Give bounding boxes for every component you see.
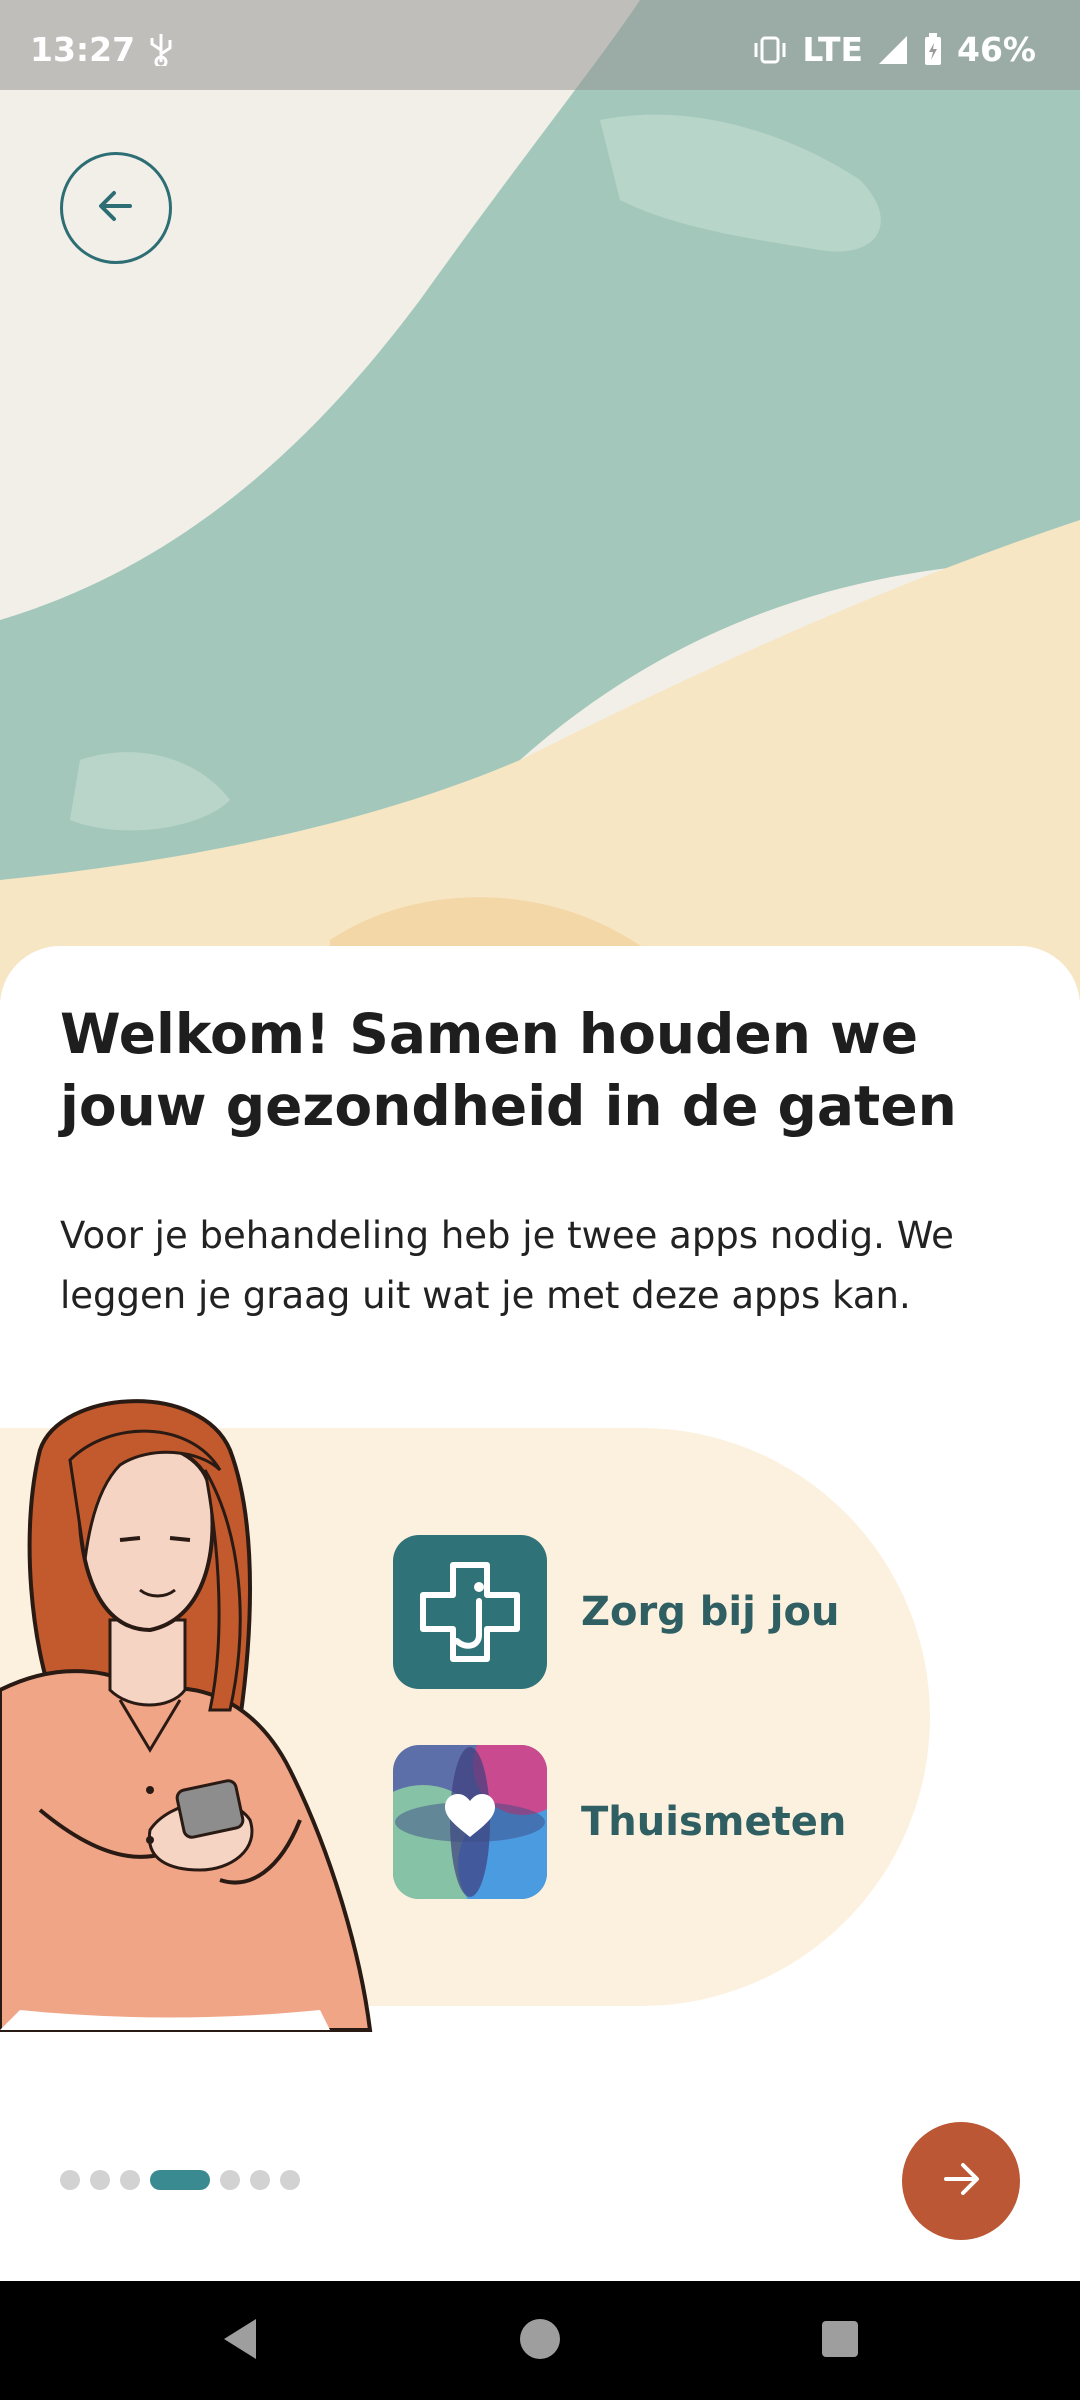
- battery-percent: 46%: [957, 30, 1036, 69]
- vibrate-icon: [752, 35, 788, 65]
- status-bar: 13:27 LTE 46%: [0, 0, 1080, 90]
- page-dot: [120, 2170, 140, 2190]
- app-label-zorg-bij-jou: Zorg bij jou: [581, 1589, 840, 1635]
- page-dot: [90, 2170, 110, 2190]
- app-row-zorg-bij-jou: Zorg bij jou: [393, 1535, 839, 1689]
- circle-home-icon: [518, 2317, 562, 2365]
- page-dot: [220, 2170, 240, 2190]
- app-label-thuismeten: Thuismeten: [581, 1799, 847, 1845]
- woman-with-phone-illustration: [0, 1390, 380, 2054]
- square-recents-icon: [820, 2319, 860, 2363]
- zorg-bij-jou-app-icon: [393, 1535, 547, 1689]
- network-type: LTE: [802, 30, 863, 69]
- next-button[interactable]: [902, 2122, 1020, 2240]
- arrow-left-icon: [92, 182, 140, 234]
- page-title: Welkom! Samen houden we jouw gezondheid …: [60, 1002, 957, 1138]
- status-time: 13:27: [30, 30, 136, 69]
- nav-home-button[interactable]: [500, 2281, 580, 2400]
- intro-text: Voor je behandeling heb je twee apps nod…: [60, 1214, 954, 1317]
- page-dot: [60, 2170, 80, 2190]
- page-dot: [280, 2170, 300, 2190]
- thuismeten-app-icon: [393, 1745, 547, 1899]
- signal-icon: [877, 34, 909, 66]
- page-dot-active: [150, 2170, 210, 2190]
- usb-icon: [148, 32, 174, 74]
- hero-background: [0, 0, 1080, 1000]
- triangle-back-icon: [220, 2317, 260, 2365]
- nav-recents-button[interactable]: [800, 2281, 880, 2400]
- app-row-thuismeten: Thuismeten: [393, 1745, 846, 1899]
- page-indicator: [60, 2170, 300, 2190]
- page-dot: [250, 2170, 270, 2190]
- arrow-right-icon: [936, 2154, 986, 2208]
- nav-back-button[interactable]: [200, 2281, 280, 2400]
- battery-icon: [923, 32, 943, 67]
- system-navigation-bar: [0, 2281, 1080, 2400]
- back-button[interactable]: [60, 152, 172, 264]
